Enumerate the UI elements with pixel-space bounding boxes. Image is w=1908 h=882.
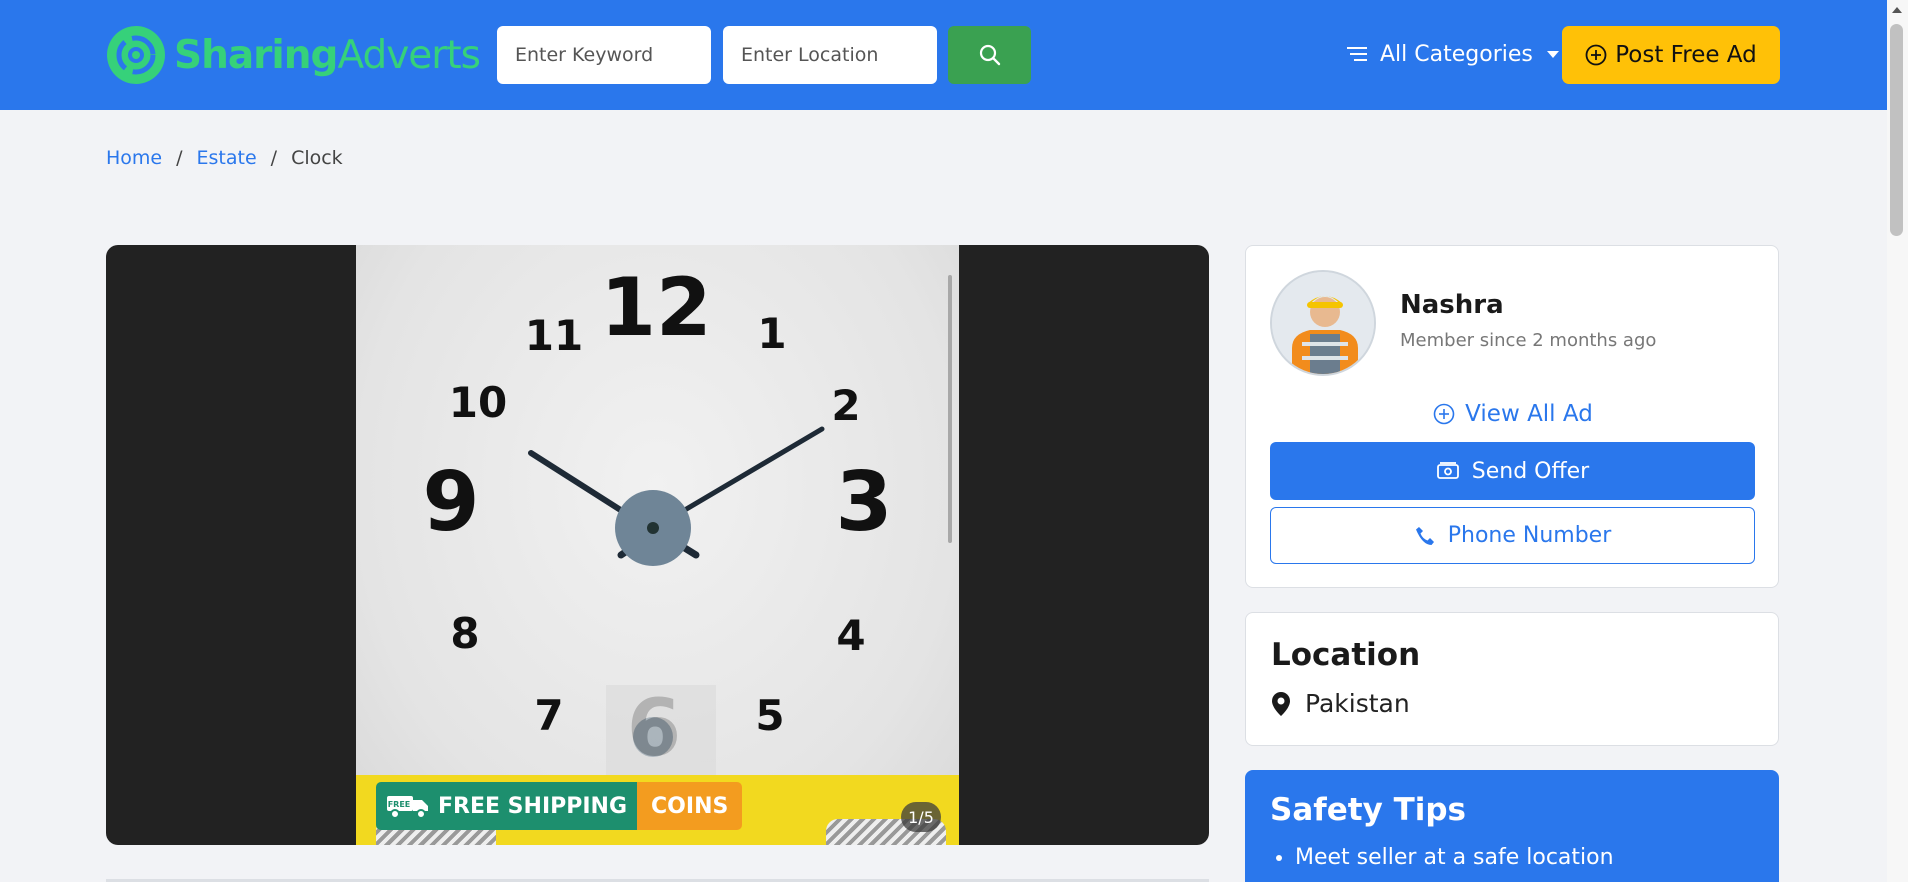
location-row: Pakistan xyxy=(1271,689,1410,718)
send-offer-label: Send Offer xyxy=(1471,458,1590,484)
seller-name: Nashra xyxy=(1400,290,1504,320)
logo-icon xyxy=(107,26,165,84)
search-icon xyxy=(979,44,1000,66)
breadcrumb-separator: / xyxy=(270,147,278,169)
view-all-ads-label: View All Ad xyxy=(1465,401,1593,427)
safety-tips-list: Meet seller at a safe location xyxy=(1295,845,1614,876)
coins-badge: COINS xyxy=(637,782,743,830)
phone-number-button[interactable]: Phone Number xyxy=(1270,507,1755,564)
truck-badge-text: FREE xyxy=(388,800,411,809)
safety-tips-title: Safety Tips xyxy=(1270,792,1466,828)
clock-numeral: 2 xyxy=(831,381,860,430)
safety-tip-item: Meet seller at a safe location xyxy=(1295,845,1614,870)
clock-numeral: 1 xyxy=(757,309,786,358)
member-since: Member since 2 months ago xyxy=(1400,330,1657,351)
breadcrumb: Home / Estate / Clock xyxy=(106,147,343,169)
image-gallery[interactable]: 12 1 2 3 4 5 6 7 8 9 10 11 xyxy=(106,245,1209,845)
keyword-input[interactable] xyxy=(497,26,711,84)
coins-text: COINS xyxy=(651,793,729,819)
location-value: Pakistan xyxy=(1305,689,1410,718)
breadcrumb-estate[interactable]: Estate xyxy=(197,147,257,169)
all-categories-label: All Categories xyxy=(1380,41,1533,67)
cash-icon xyxy=(1436,462,1459,479)
send-offer-button[interactable]: Send Offer xyxy=(1270,442,1755,500)
location-title: Location xyxy=(1271,637,1421,673)
logo-text-bold: Sharing xyxy=(174,32,338,78)
location-card: Location Pakistan xyxy=(1245,612,1779,746)
product-photo[interactable]: 12 1 2 3 4 5 6 7 8 9 10 11 xyxy=(356,245,959,845)
scroll-up-arrow-icon[interactable] xyxy=(1892,7,1902,13)
site-header: SharingAdverts All Categories Post Free … xyxy=(0,0,1887,110)
clock-numeral: 11 xyxy=(525,311,583,360)
clock-numeral: 10 xyxy=(449,378,507,427)
breadcrumb-separator: / xyxy=(176,147,183,169)
logo-text: SharingAdverts xyxy=(174,32,481,78)
image-counter: 1/5 xyxy=(901,802,941,832)
promo-banner: FREE FREE SHIPPING COINS xyxy=(376,782,743,830)
breadcrumb-home[interactable]: Home xyxy=(106,147,162,169)
page-scrollbar-thumb[interactable] xyxy=(1890,24,1903,236)
clock-numeral: 9 xyxy=(422,455,479,550)
plus-circle-icon xyxy=(1585,44,1607,66)
clock-numeral: 8 xyxy=(450,609,479,658)
plus-circle-icon xyxy=(1433,403,1455,425)
phone-icon xyxy=(1415,526,1434,545)
post-free-ad-button[interactable]: Post Free Ad xyxy=(1562,26,1780,84)
location-input[interactable] xyxy=(723,26,937,84)
breadcrumb-current: Clock xyxy=(291,147,343,169)
seller-card: Nashra Member since 2 months ago View Al… xyxy=(1245,245,1779,588)
view-all-ads-link[interactable]: View All Ad xyxy=(1246,401,1780,427)
free-shipping-badge: FREE FREE SHIPPING xyxy=(376,782,638,830)
phone-number-label: Phone Number xyxy=(1447,523,1612,548)
post-free-ad-label: Post Free Ad xyxy=(1615,42,1757,68)
all-categories-dropdown[interactable]: All Categories xyxy=(1346,34,1559,74)
clock-numeral: 12 xyxy=(600,261,711,354)
clock-numeral: 7 xyxy=(534,691,563,740)
site-logo[interactable]: SharingAdverts xyxy=(106,24,481,86)
free-shipping-text: FREE SHIPPING xyxy=(438,793,628,819)
safety-tips-card: Safety Tips Meet seller at a safe locati… xyxy=(1245,770,1779,882)
search-button[interactable] xyxy=(948,26,1031,84)
seller-photo xyxy=(1272,272,1374,374)
map-pin-icon xyxy=(1272,691,1290,716)
clock-numeral: 5 xyxy=(755,691,784,740)
clock-numeral: 3 xyxy=(835,455,892,550)
logo-text-light: Adverts xyxy=(337,32,480,78)
seller-avatar[interactable] xyxy=(1270,270,1376,376)
menu-lines-icon xyxy=(1347,47,1367,61)
photo-scrollbar[interactable] xyxy=(948,275,952,543)
caret-down-icon xyxy=(1546,50,1559,58)
clock-numeral: 4 xyxy=(836,611,865,660)
wall-clock-image: 12 1 2 3 4 5 6 7 8 9 10 11 xyxy=(422,261,893,805)
truck-icon: FREE xyxy=(387,796,428,819)
